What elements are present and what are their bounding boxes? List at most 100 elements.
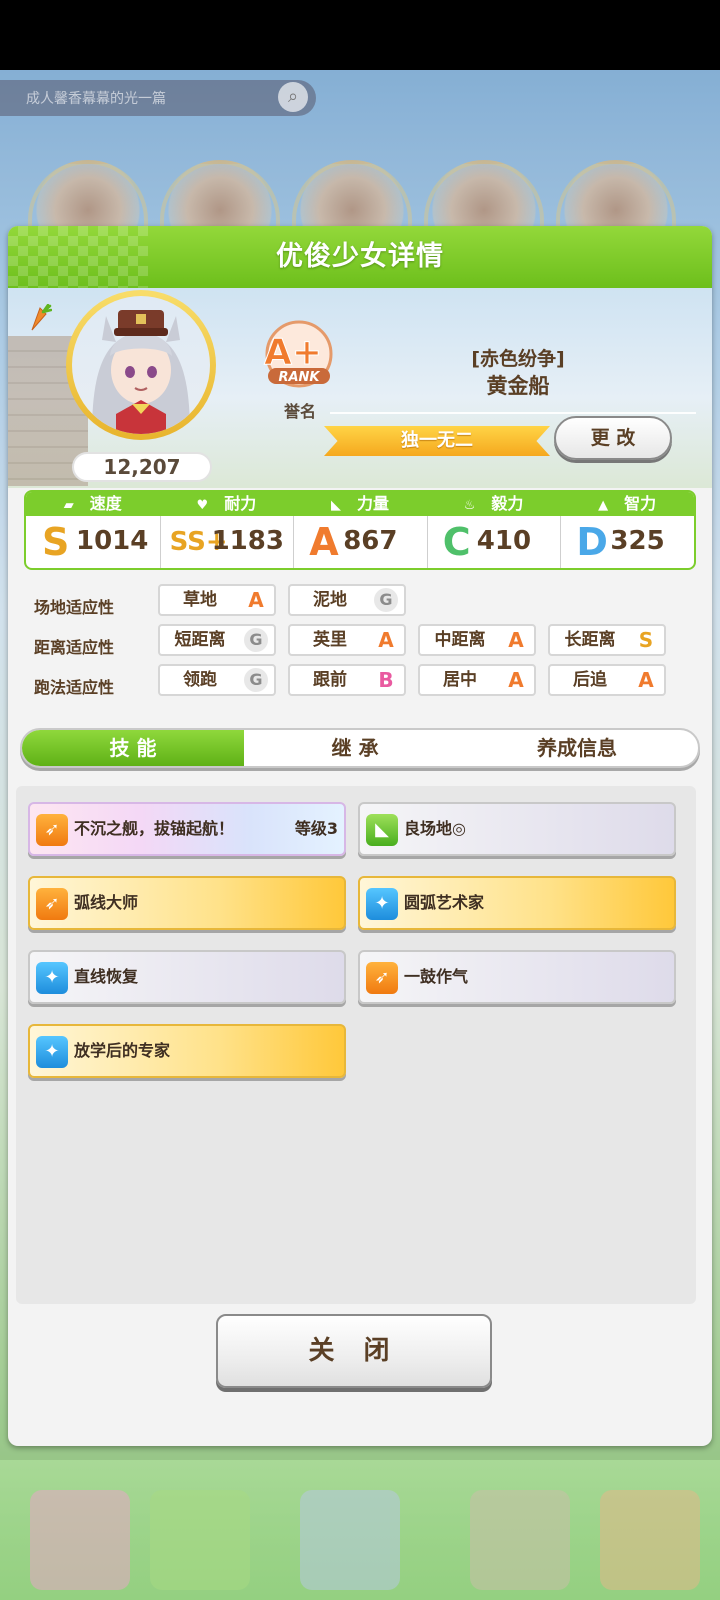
stat-label: 耐力 bbox=[224, 494, 257, 513]
stat-grade: C bbox=[442, 520, 471, 564]
aptitude-label: 居中 bbox=[443, 670, 477, 690]
aptitude-label: 英里 bbox=[313, 630, 347, 650]
skill-name: 弧线大师 bbox=[74, 893, 139, 912]
skill-name: 不沉之舰，拔锚起航！ bbox=[74, 819, 235, 838]
aptitude-grade: G bbox=[244, 628, 268, 652]
skill-card[interactable]: ✦ 直线恢复 bbox=[28, 950, 346, 1004]
stat-grade: D bbox=[576, 520, 608, 564]
carrot-icon bbox=[31, 304, 52, 331]
character-portrait-ring[interactable] bbox=[66, 290, 216, 440]
track-aptitude-label: 场地适应性 bbox=[34, 598, 115, 617]
stat-column: ▰ 速度 S 1014 bbox=[26, 492, 160, 568]
stat-body: SS+ 1183 bbox=[160, 520, 294, 566]
stat-body: C 410 bbox=[427, 520, 561, 566]
title-divider bbox=[330, 412, 696, 414]
tab-training-info[interactable]: 养成信息 bbox=[466, 730, 688, 766]
background-nav-item bbox=[30, 1490, 130, 1590]
tab-inheritance[interactable]: 继 承 bbox=[244, 730, 466, 766]
aptitude-chip: 跟前 B bbox=[288, 664, 406, 696]
aptitude-grade: A bbox=[378, 628, 394, 652]
aptitude-chip: 泥地 G bbox=[288, 584, 406, 616]
distance-aptitude-label: 距离适应性 bbox=[34, 638, 115, 657]
fans-count: 12,207 bbox=[72, 452, 212, 482]
aptitude-grade: A bbox=[508, 668, 524, 692]
sparkle-icon: ✦ bbox=[36, 962, 68, 994]
stat-name: ▲ 智力 bbox=[560, 492, 694, 516]
close-button[interactable]: 关 闭 bbox=[216, 1314, 492, 1388]
skill-name: 直线恢复 bbox=[74, 967, 139, 986]
stat-value: 410 bbox=[476, 526, 532, 556]
aptitude-grade: A bbox=[248, 588, 264, 612]
aptitude-chip: 英里 A bbox=[288, 624, 406, 656]
stat-grade: A bbox=[309, 520, 339, 564]
stat-label: 毅力 bbox=[491, 494, 524, 513]
search-icon: ⌕ bbox=[278, 82, 308, 112]
sparkle-icon: ✦ bbox=[366, 888, 398, 920]
stat-column: ♥ 耐力 SS+ 1183 bbox=[159, 492, 294, 568]
aptitude-chip: 草地 A bbox=[158, 584, 276, 616]
background-nav-item bbox=[600, 1490, 700, 1590]
skill-card[interactable]: ✦ 圆弧艺术家 bbox=[358, 876, 676, 930]
stat-name: ▰ 速度 bbox=[26, 492, 160, 516]
aptitude-grade: A bbox=[638, 668, 654, 692]
tab-skills[interactable]: 技 能 bbox=[22, 730, 244, 766]
skill-card[interactable]: ✦ 放学后的专家 bbox=[28, 1024, 346, 1078]
stat-body: S 1014 bbox=[26, 520, 160, 566]
background-nav-item bbox=[470, 1490, 570, 1590]
stats-panel: ▰ 速度 S 1014 ♥ 耐力 SS+ 1183 ◣ 力量 A 867 ♨ 毅力 C 410 ▲ 智力 D 325 bbox=[24, 490, 696, 570]
aptitude-grade: G bbox=[244, 668, 268, 692]
skill-card[interactable]: ➶ 一鼓作气 bbox=[358, 950, 676, 1004]
title-ribbon: 独一无二 bbox=[324, 426, 550, 456]
heart-icon: ♥ bbox=[196, 498, 209, 513]
rank-word: RANK bbox=[278, 370, 320, 385]
aptitude-chip: 领跑 G bbox=[158, 664, 276, 696]
sparkle-icon: ✦ bbox=[36, 1036, 68, 1068]
aptitude-label: 中距离 bbox=[434, 630, 486, 650]
aptitude-chip: 后追 A bbox=[548, 664, 666, 696]
stat-column: ◣ 力量 A 867 bbox=[293, 492, 427, 568]
aptitude-grade: B bbox=[378, 668, 394, 692]
stat-grade: S bbox=[42, 520, 70, 564]
stat-label: 力量 bbox=[356, 494, 389, 513]
stat-value: 325 bbox=[610, 526, 665, 556]
stat-body: A 867 bbox=[293, 520, 427, 566]
stat-value: 1183 bbox=[211, 526, 284, 556]
aptitude-chip: 短距离 G bbox=[158, 624, 276, 656]
skill-name: 良场地◎ bbox=[404, 819, 466, 838]
stat-column: ▲ 智力 D 325 bbox=[560, 492, 694, 568]
stat-body: D 325 bbox=[560, 520, 694, 566]
dialog-title: 优俊少女详情 bbox=[276, 241, 444, 272]
muscle-icon: ◣ bbox=[330, 498, 341, 513]
stat-name: ♨ 毅力 bbox=[427, 492, 561, 516]
aptitude-label: 跟前 bbox=[313, 670, 347, 690]
background-nav-item bbox=[150, 1490, 250, 1590]
status-bar bbox=[0, 0, 720, 70]
running-horse-icon: ➶ bbox=[36, 888, 68, 920]
rank-badge: A+ RANK bbox=[263, 320, 333, 388]
skill-card[interactable]: ◣ 良场地◎ bbox=[358, 802, 676, 856]
skill-card[interactable]: ➶ 不沉之舰，拔锚起航！ 等级3 bbox=[28, 802, 346, 856]
style-aptitude-label: 跑法适应性 bbox=[34, 678, 115, 697]
skill-name: 圆弧艺术家 bbox=[404, 893, 485, 912]
skill-name: 放学后的专家 bbox=[74, 1041, 171, 1060]
character-illustration bbox=[92, 310, 190, 434]
muscle-icon: ◣ bbox=[366, 814, 398, 846]
skill-card[interactable]: ➶ 弧线大师 bbox=[28, 876, 346, 930]
aptitude-label: 后追 bbox=[573, 670, 607, 690]
stat-column: ♨ 毅力 C 410 bbox=[426, 492, 561, 568]
character-name: 黄金船 bbox=[486, 374, 550, 398]
running-horse-icon: ➶ bbox=[36, 814, 68, 846]
aptitude-label: 草地 bbox=[183, 590, 217, 610]
rank-caption: 誉名 bbox=[283, 402, 316, 421]
aptitude-grade: S bbox=[638, 628, 654, 652]
horse-detail-dialog: 优俊少女详情 12,207 A+ RANK 誉名 [赤色纷争] 黄金船 独一无二… bbox=[8, 226, 712, 1446]
character-epithet: [赤色纷争] bbox=[471, 348, 565, 370]
change-title-button[interactable]: 更 改 bbox=[554, 416, 672, 460]
background-nav-item bbox=[300, 1490, 400, 1590]
graduation-cap-icon: ▲ bbox=[598, 498, 609, 513]
skill-level: 等级3 bbox=[294, 819, 338, 838]
stat-name: ◣ 力量 bbox=[293, 492, 427, 516]
stat-label: 速度 bbox=[89, 494, 122, 513]
stat-value: 867 bbox=[343, 526, 398, 556]
dialog-header: 优俊少女详情 bbox=[8, 226, 712, 288]
